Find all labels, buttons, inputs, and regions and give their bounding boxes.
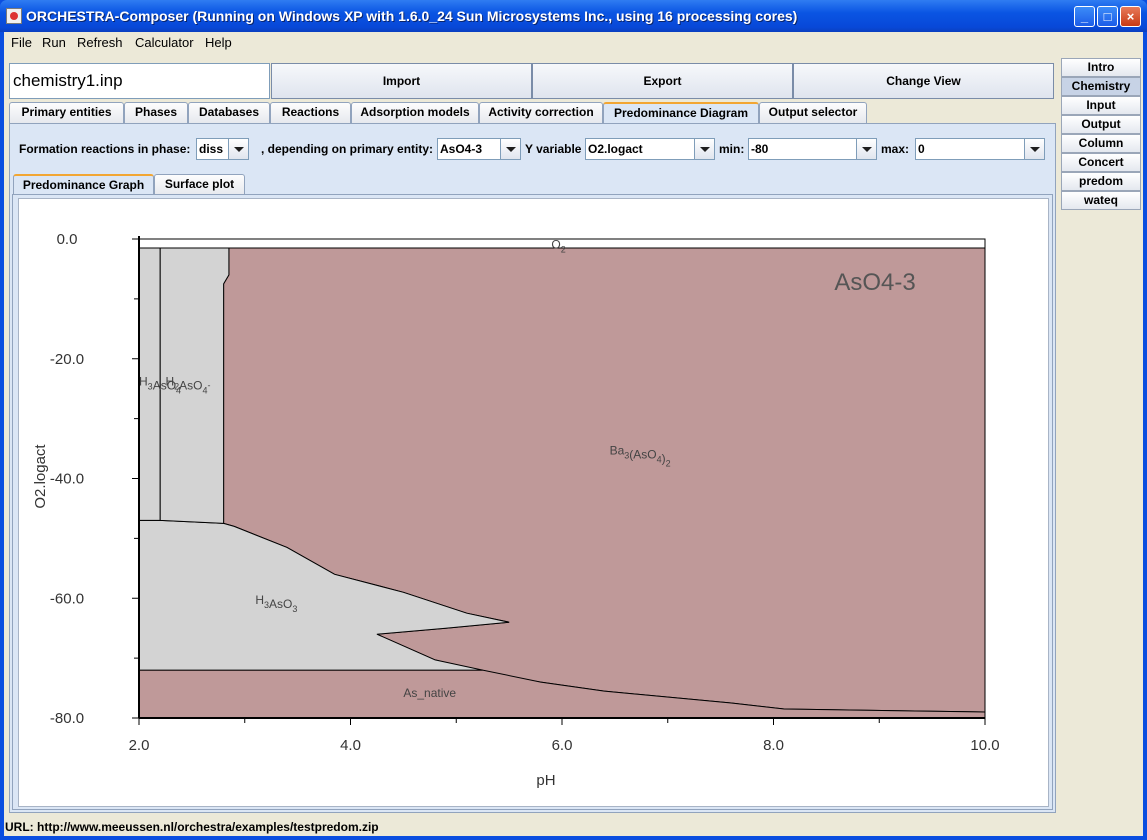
max-label: max: <box>881 142 910 156</box>
phase-select-value: diss <box>199 142 224 156</box>
x-tick-label: 2.0 <box>129 737 150 754</box>
tab-primary-entities[interactable]: Primary entities <box>9 102 124 123</box>
phase-select[interactable]: diss <box>196 138 249 160</box>
region-label-part: As_native <box>403 686 456 700</box>
region-label-part: H <box>165 375 174 389</box>
sidebar: Intro Chemistry Input Output Column Conc… <box>1061 58 1141 210</box>
sidebar-item-wateq[interactable]: wateq <box>1061 191 1141 210</box>
menu-file[interactable]: File <box>11 35 32 50</box>
tab-output-selector[interactable]: Output selector <box>759 102 867 123</box>
x-tick-label: 4.0 <box>340 737 361 754</box>
sidebar-item-chemistry[interactable]: Chemistry <box>1061 77 1141 96</box>
region-label-part: O <box>551 238 560 252</box>
predominance-panel: Formation reactions in phase: diss , dep… <box>9 123 1056 813</box>
tab-databases[interactable]: Databases <box>188 102 270 123</box>
x-tick-label: 6.0 <box>552 737 573 754</box>
region-label-part: AsO <box>179 379 202 393</box>
filename-field[interactable]: chemistry1.inp <box>9 63 270 99</box>
y-tick-label: -20.0 <box>50 351 84 368</box>
region-label-part: 3 <box>292 604 297 614</box>
y-tick-label: 0.0 <box>57 231 78 248</box>
region-label-part: Ba <box>610 444 625 458</box>
region-label-part: H <box>139 375 148 389</box>
minimize-button[interactable]: _ <box>1074 6 1095 27</box>
client-area: File Run Refresh Calculator Help chemist… <box>4 32 1143 836</box>
menu-calculator[interactable]: Calculator <box>135 35 194 50</box>
title-bar[interactable]: ORCHESTRA-Composer (Running on Windows X… <box>0 0 1147 32</box>
y-tick-label: -40.0 <box>50 471 84 488</box>
chevron-down-icon[interactable] <box>694 139 714 159</box>
y-tick-label: -80.0 <box>50 710 84 727</box>
menu-run[interactable]: Run <box>42 35 66 50</box>
min-label: min: <box>719 142 745 156</box>
x-axis-label: pH <box>536 772 555 789</box>
sidebar-item-predom[interactable]: predom <box>1061 172 1141 191</box>
change-view-button[interactable]: Change View <box>793 63 1054 99</box>
application-window: ORCHESTRA-Composer (Running on Windows X… <box>0 0 1147 840</box>
sidebar-item-column[interactable]: Column <box>1061 134 1141 153</box>
max-select-value: 0 <box>918 142 925 156</box>
yvar-select[interactable]: O2.logact <box>585 138 715 160</box>
menu-bar: File Run Refresh Calculator Help <box>4 32 1143 54</box>
close-button[interactable]: × <box>1120 6 1141 27</box>
chevron-down-icon[interactable] <box>500 139 520 159</box>
region-label-part: H <box>255 593 264 607</box>
region-label-part: AsO <box>269 597 292 611</box>
app-icon <box>6 8 22 24</box>
tab-predominance-diagram[interactable]: Predominance Diagram <box>603 102 759 123</box>
entity-label: , depending on primary entity: <box>261 142 434 156</box>
y-axis-label: O2.logact <box>32 444 49 509</box>
menu-help[interactable]: Help <box>205 35 232 50</box>
sidebar-item-input[interactable]: Input <box>1061 96 1141 115</box>
tab-phases[interactable]: Phases <box>124 102 188 123</box>
x-tick-label: 10.0 <box>970 737 999 754</box>
export-button[interactable]: Export <box>532 63 793 99</box>
import-button[interactable]: Import <box>271 63 532 99</box>
entity-select[interactable]: AsO4-3 <box>437 138 521 160</box>
tab-surface-plot[interactable]: Surface plot <box>154 174 245 195</box>
predominance-graph[interactable]: 2.0 4.0 6.0 8.0 10.0 0.0 -20.0 -40.0 -60.0 -80.0 p… <box>18 198 1049 807</box>
predominance-chart[interactable]: 2.0 4.0 6.0 8.0 10.0 0.0 -20.0 -40.0 -60.0 -80.0 p… <box>19 199 1048 806</box>
region-label-part: - <box>207 381 210 391</box>
sidebar-item-concert[interactable]: Concert <box>1061 153 1141 172</box>
tab-activity-correction[interactable]: Activity correction <box>479 102 603 123</box>
tab-adsorption-models[interactable]: Adsorption models <box>351 102 479 123</box>
chevron-down-icon[interactable] <box>228 139 248 159</box>
entity-select-value: AsO4-3 <box>440 142 483 156</box>
region-label-part: 2 <box>666 459 671 469</box>
chart-title: AsO4-3 <box>834 269 915 296</box>
min-select[interactable]: -80 <box>748 138 877 160</box>
region-label-part: (AsO <box>629 448 656 462</box>
max-select[interactable]: 0 <box>915 138 1045 160</box>
plot-panel: 2.0 4.0 6.0 8.0 10.0 0.0 -20.0 -40.0 -60.0 -80.0 p… <box>12 194 1053 810</box>
menu-refresh[interactable]: Refresh <box>77 35 123 50</box>
chevron-down-icon[interactable] <box>856 139 876 159</box>
phase-label: Formation reactions in phase: <box>19 142 191 156</box>
yvar-label: Y variable <box>525 142 582 156</box>
y-tick-label: -60.0 <box>50 590 84 607</box>
yvar-select-value: O2.logact <box>588 142 643 156</box>
sidebar-item-intro[interactable]: Intro <box>1061 58 1141 77</box>
tab-predominance-graph[interactable]: Predominance Graph <box>13 174 154 195</box>
region-label-as-native: As_native <box>403 686 456 700</box>
sidebar-item-output[interactable]: Output <box>1061 115 1141 134</box>
min-select-value: -80 <box>751 142 769 156</box>
x-tick-label: 8.0 <box>763 737 784 754</box>
status-bar: URL: http://www.meeussen.nl/orchestra/ex… <box>5 820 379 834</box>
tab-reactions[interactable]: Reactions <box>270 102 351 123</box>
region-label-part: 2 <box>561 245 566 255</box>
maximize-button[interactable]: □ <box>1097 6 1118 27</box>
window-title: ORCHESTRA-Composer (Running on Windows X… <box>26 8 798 24</box>
chevron-down-icon[interactable] <box>1024 139 1044 159</box>
